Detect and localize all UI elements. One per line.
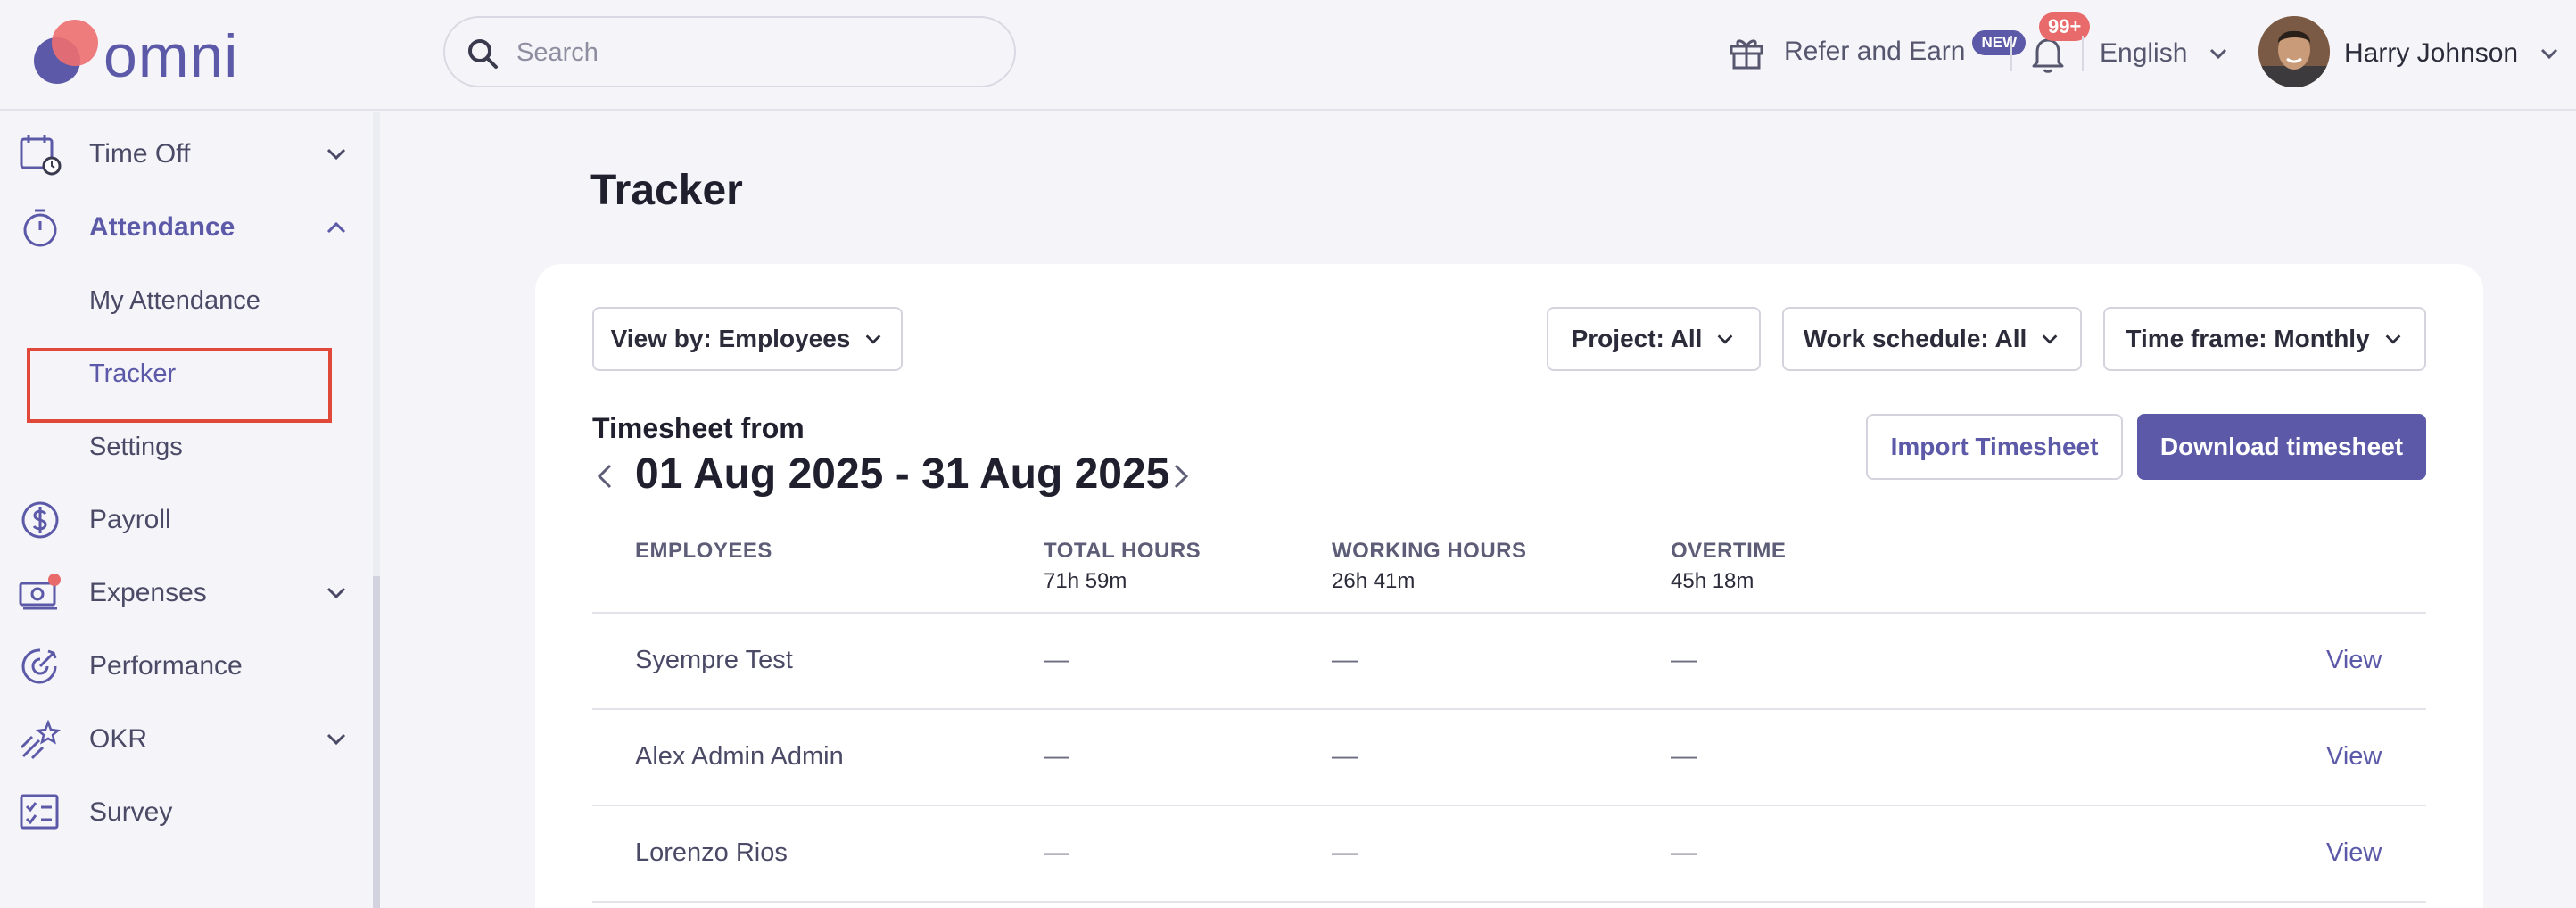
download-timesheet-button[interactable]: Download timesheet: [2137, 414, 2426, 480]
top-bar: omni Refer and Earn NEW 99+ English: [0, 0, 2576, 111]
chevron-down-icon: [2042, 334, 2058, 344]
search-icon: [468, 39, 498, 69]
view-link[interactable]: View: [2326, 742, 2382, 772]
working-hours-cell: —: [1332, 646, 1358, 674]
chevron-down-icon: [326, 148, 346, 161]
table-divider: [592, 805, 2426, 806]
cash-icon: [19, 574, 61, 610]
table-divider: [592, 901, 2426, 903]
sidebar-item-label: Payroll: [89, 505, 171, 534]
sidebar-item-time-off[interactable]: Time Off: [0, 118, 366, 191]
work-schedule-filter-dropdown[interactable]: Work schedule: All: [1782, 307, 2082, 371]
total-hours-cell: —: [1044, 838, 1069, 867]
total-hours-sum: 71h 59m: [1044, 569, 1127, 593]
stopwatch-icon: [23, 209, 57, 247]
employee-name: Syempre Test: [635, 646, 793, 674]
column-header-total-hours[interactable]: TOTAL HOURS: [1044, 539, 1201, 564]
user-name: Harry Johnson: [2344, 38, 2519, 68]
view-link[interactable]: View: [2326, 646, 2382, 675]
chevron-right-icon[interactable]: [1167, 458, 1193, 494]
column-header-overtime[interactable]: OVERTIME: [1671, 539, 1786, 564]
chevron-left-icon[interactable]: [592, 458, 619, 494]
gift-icon: [1730, 39, 1763, 70]
logo-mark-icon: [34, 20, 98, 84]
sidebar-item-label: Survey: [89, 797, 173, 827]
total-hours-cell: —: [1044, 742, 1069, 771]
target-icon: [21, 648, 57, 684]
column-header-working-hours[interactable]: WORKING HOURS: [1332, 539, 1527, 564]
sidebar-item-label: Time Off: [89, 139, 191, 169]
refer-and-earn-link[interactable]: Refer and Earn NEW: [1727, 25, 2027, 78]
chevron-down-icon: [2385, 334, 2401, 344]
time-frame-filter-dropdown[interactable]: Time frame: Monthly: [2103, 307, 2426, 371]
working-hours-cell: —: [1332, 838, 1358, 867]
user-avatar[interactable]: [2258, 16, 2330, 87]
sidebar-item-expenses[interactable]: Expenses: [0, 557, 366, 630]
overtime-sum: 45h 18m: [1671, 569, 1754, 593]
language-label: English: [2100, 38, 2188, 68]
total-hours-cell: —: [1044, 646, 1069, 674]
sidebar-item-attendance[interactable]: Attendance: [0, 191, 366, 264]
header-divider: [2082, 36, 2084, 71]
shooting-star-icon: [20, 719, 62, 760]
chevron-up-icon: [326, 221, 346, 234]
calendar-clock-icon: [20, 135, 62, 176]
sidebar-item-okr[interactable]: OKR: [0, 703, 366, 776]
sidebar-item-survey[interactable]: Survey: [0, 776, 366, 849]
time-frame-filter-label: Time frame: Monthly: [2126, 325, 2370, 352]
date-range: 01 Aug 2025 - 31 Aug 2025: [635, 450, 1170, 498]
sidebar-item-payroll[interactable]: Payroll: [0, 483, 366, 557]
overtime-cell: —: [1671, 742, 1697, 771]
logo-text: omni: [103, 22, 239, 90]
view-by-label: View by: Employees: [610, 325, 851, 352]
omni-logo[interactable]: omni: [30, 16, 262, 90]
table-divider: [592, 708, 2426, 710]
search-input[interactable]: [516, 32, 980, 73]
column-header-employees[interactable]: EMPLOYEES: [635, 539, 772, 564]
project-filter-dropdown[interactable]: Project: All: [1547, 307, 1761, 371]
working-hours-cell: —: [1332, 742, 1358, 771]
project-filter-label: Project: All: [1571, 325, 1703, 352]
timesheet-from-label: Timesheet from: [592, 412, 805, 444]
import-timesheet-button[interactable]: Import Timesheet: [1866, 414, 2123, 480]
dollar-circle-icon: [21, 501, 59, 539]
chevron-down-icon: [1718, 334, 1733, 344]
sidebar-item-label: Attendance: [89, 212, 235, 242]
sidebar-subitem-label: My Attendance: [89, 285, 260, 315]
chevron-down-icon: [865, 334, 881, 344]
view-link[interactable]: View: [2326, 838, 2382, 868]
language-selector[interactable]: English: [2100, 34, 2230, 73]
chevron-down-icon: [326, 587, 346, 599]
header-divider: [2010, 36, 2012, 71]
sidebar-scrollbar-thumb[interactable]: [373, 576, 380, 908]
sidebar-subitem-settings[interactable]: Settings: [0, 410, 366, 483]
work-schedule-filter-label: Work schedule: All: [1803, 325, 2027, 352]
view-by-dropdown[interactable]: View by: Employees: [592, 307, 903, 371]
sidebar-subitem-label: Settings: [89, 432, 183, 461]
employee-name: Alex Admin Admin: [635, 742, 844, 771]
overtime-cell: —: [1671, 838, 1697, 867]
page-title: Tracker: [590, 167, 743, 214]
new-badge: NEW: [1972, 30, 2027, 55]
sidebar-subitem-my-attendance[interactable]: My Attendance: [0, 264, 366, 337]
chevron-down-icon: [2210, 48, 2227, 60]
chevron-down-icon: [2541, 48, 2558, 60]
table-divider: [592, 612, 2426, 614]
sidebar-item-label: Performance: [89, 651, 243, 681]
refer-and-earn-label: Refer and Earn: [1784, 37, 1966, 66]
chevron-down-icon: [326, 733, 346, 746]
sidebar-item-performance[interactable]: Performance: [0, 630, 366, 703]
user-menu[interactable]: Harry Johnson: [2344, 34, 2561, 73]
sidebar-item-label: Expenses: [89, 578, 207, 607]
employee-name: Lorenzo Rios: [635, 838, 788, 867]
checklist-icon: [20, 794, 59, 830]
sidebar-item-label: OKR: [89, 724, 148, 754]
overtime-cell: —: [1671, 646, 1697, 674]
search-bar[interactable]: [443, 16, 1016, 87]
avatar-image: [2258, 16, 2330, 87]
working-hours-sum: 26h 41m: [1332, 569, 1416, 593]
